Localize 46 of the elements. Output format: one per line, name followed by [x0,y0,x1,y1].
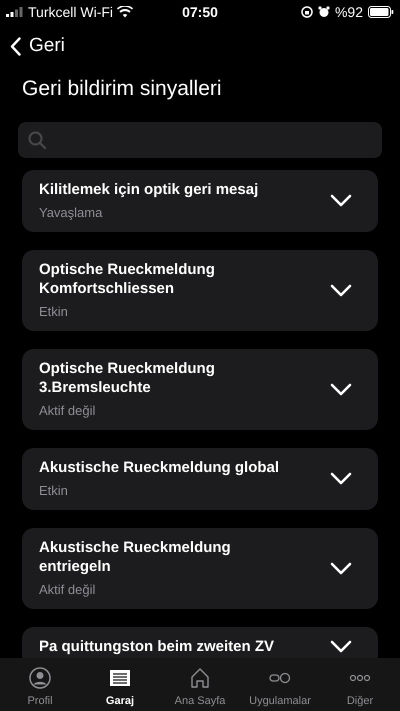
battery-icon [368,6,394,18]
battery-text: %92 [334,2,363,22]
chevron-down-icon [330,472,352,485]
time-text: 07:50 [182,2,218,22]
chevron-down-icon [330,562,352,574]
tab[interactable]: Profil [0,667,80,710]
more-icon [349,674,371,682]
wifi-icon [117,6,134,18]
alarm-icon [318,6,330,18]
chevron-down-icon [330,382,352,396]
setting-card[interactable]: Pa quittungston beim zweiten ZV [22,627,378,658]
setting-title: Optische Rueckmeldung Komfortschliessen [39,260,216,298]
tab[interactable]: Garaj [80,667,160,710]
back-chevron-icon [10,36,21,56]
search-icon [28,131,46,149]
setting-title: Kilitlemek için optik geri mesaj [39,180,260,199]
signal-icon [6,7,24,17]
profile-icon [29,667,51,689]
rotation-lock-icon [300,6,313,18]
tab[interactable]: Ana Sayfa [160,667,240,710]
setting-card[interactable]: Kilitlemek için optik geri mesaj Yavaşlama [22,170,378,232]
garage-icon [109,669,131,687]
chevron-down-icon [330,194,352,207]
setting-value: Etkin [39,303,69,320]
chevron-down-icon [330,284,352,296]
setting-value: Yavaşlama [39,204,104,221]
setting-title: Akustische Rueckmeldung entriegeln [39,538,232,576]
setting-title: Pa quittungston beim zweiten ZV [39,637,276,656]
back-button[interactable]: Geri [10,32,65,60]
tab[interactable]: Diğer [320,667,400,710]
home-icon [189,667,211,689]
setting-value: Etkin [39,482,69,499]
carrier-text: Turkcell Wi-Fi [28,2,114,22]
tab[interactable]: Uygulamalar [240,667,320,710]
search-field[interactable] [18,122,382,158]
setting-card[interactable]: Optische Rueckmeldung 3.Bremsleuchte Aktif değil [22,349,378,430]
setting-value: Aktif değil [39,581,96,598]
setting-value: Aktif değil [39,402,96,419]
setting-card[interactable]: Akustische Rueckmeldung entriegeln Aktif değil [22,528,378,609]
page-title: Geri bildirim sinyalleri [22,76,223,102]
toggle-icon [269,672,291,684]
chevron-down-icon [330,640,352,653]
setting-card[interactable]: Akustische Rueckmeldung global Etkin [22,448,378,510]
setting-title: Optische Rueckmeldung 3.Bremsleuchte [39,359,216,397]
setting-card[interactable]: Optische Rueckmeldung Komfortschliessen Etkin [22,250,378,331]
setting-title: Akustische Rueckmeldung global [39,458,280,477]
